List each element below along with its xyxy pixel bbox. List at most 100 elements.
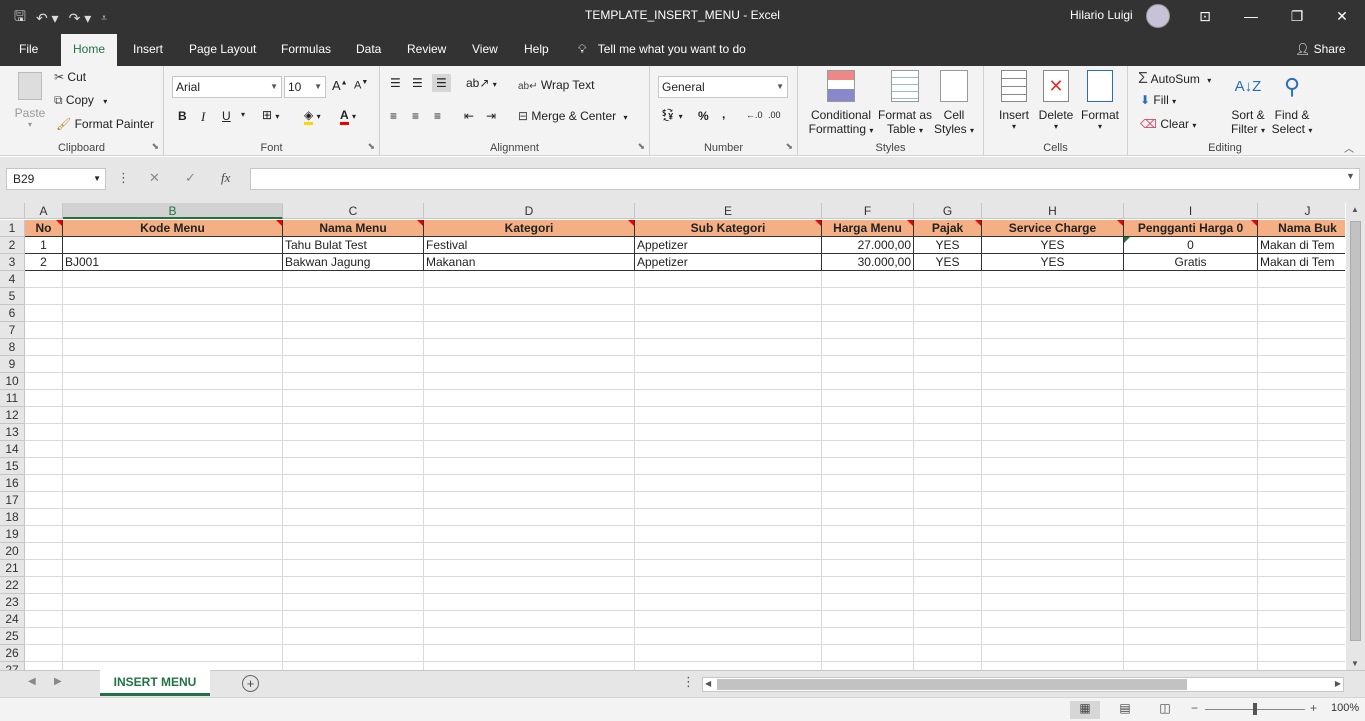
empty-cell[interactable] — [424, 611, 635, 628]
empty-cell[interactable] — [63, 407, 283, 424]
empty-cell[interactable] — [914, 288, 982, 305]
empty-cell[interactable] — [25, 288, 63, 305]
empty-cell[interactable] — [914, 594, 982, 611]
empty-cell[interactable] — [424, 305, 635, 322]
decrease-font-icon[interactable]: A▼ — [354, 79, 368, 92]
empty-cell[interactable] — [914, 475, 982, 492]
insert-function-icon[interactable]: fx — [221, 170, 230, 186]
column-header-f[interactable]: F — [822, 203, 914, 219]
empty-cell[interactable] — [25, 645, 63, 662]
tab-formulas[interactable]: Formulas — [281, 32, 331, 66]
header-cell[interactable]: Harga Menu — [822, 220, 914, 237]
empty-cell[interactable] — [822, 645, 914, 662]
empty-cell[interactable] — [283, 373, 424, 390]
italic-button[interactable]: I — [201, 109, 205, 125]
empty-cell[interactable] — [982, 543, 1124, 560]
row-header-3[interactable]: 3 — [0, 254, 25, 271]
empty-cell[interactable] — [982, 611, 1124, 628]
empty-cell[interactable] — [822, 373, 914, 390]
empty-cell[interactable] — [424, 594, 635, 611]
empty-cell[interactable] — [914, 458, 982, 475]
header-cell[interactable]: Kode Menu — [63, 220, 283, 237]
column-header-a[interactable]: A — [25, 203, 63, 219]
empty-cell[interactable] — [1258, 526, 1345, 543]
empty-cell[interactable] — [283, 288, 424, 305]
underline-dropdown-icon[interactable]: ▾ — [241, 110, 245, 119]
decrease-decimal-icon[interactable]: .00 — [768, 110, 781, 120]
table-cell[interactable]: Tahu Bulat Test — [283, 237, 424, 254]
empty-cell[interactable] — [424, 526, 635, 543]
normal-view-icon[interactable]: ▦ — [1070, 701, 1100, 719]
orientation-icon[interactable]: ab↗ ▾ — [466, 76, 497, 90]
empty-cell[interactable] — [283, 594, 424, 611]
table-cell[interactable]: 30.000,00 — [822, 254, 914, 271]
empty-cell[interactable] — [635, 424, 822, 441]
empty-cell[interactable] — [63, 322, 283, 339]
empty-cell[interactable] — [982, 560, 1124, 577]
empty-cell[interactable] — [424, 458, 635, 475]
empty-cell[interactable] — [635, 475, 822, 492]
fill-color-icon[interactable]: ◈ ▾ — [304, 108, 321, 125]
table-cell[interactable]: 0 — [1124, 237, 1258, 254]
empty-cell[interactable] — [982, 305, 1124, 322]
empty-cell[interactable] — [1124, 458, 1258, 475]
row-header-5[interactable]: 5 — [0, 288, 25, 305]
empty-cell[interactable] — [914, 577, 982, 594]
empty-cell[interactable] — [635, 390, 822, 407]
empty-cell[interactable] — [25, 373, 63, 390]
header-cell[interactable]: Sub Kategori — [635, 220, 822, 237]
empty-cell[interactable] — [25, 271, 63, 288]
empty-cell[interactable] — [63, 645, 283, 662]
fill-button[interactable]: ⬇ Fill ▾ — [1140, 93, 1176, 107]
empty-cell[interactable] — [635, 288, 822, 305]
empty-cell[interactable] — [283, 560, 424, 577]
collapse-ribbon-icon[interactable]: ︿ — [1344, 140, 1354, 155]
empty-cell[interactable] — [822, 356, 914, 373]
wrap-text-button[interactable]: ab↵ Wrap Text — [518, 78, 594, 92]
table-cell[interactable]: 2 — [25, 254, 63, 271]
zoom-level[interactable]: 100% — [1331, 702, 1359, 714]
empty-cell[interactable] — [1124, 407, 1258, 424]
header-cell[interactable]: Service Charge — [982, 220, 1124, 237]
table-cell[interactable]: YES — [914, 254, 982, 271]
align-bottom-icon[interactable]: ☰ — [432, 74, 451, 92]
empty-cell[interactable] — [635, 492, 822, 509]
empty-cell[interactable] — [1258, 356, 1345, 373]
row-header-12[interactable]: 12 — [0, 407, 25, 424]
table-cell[interactable]: Appetizer — [635, 237, 822, 254]
row-header-13[interactable]: 13 — [0, 424, 25, 441]
table-cell[interactable]: Gratis — [1124, 254, 1258, 271]
empty-cell[interactable] — [982, 458, 1124, 475]
empty-cell[interactable] — [283, 441, 424, 458]
table-cell[interactable]: YES — [982, 237, 1124, 254]
empty-cell[interactable] — [914, 424, 982, 441]
empty-cell[interactable] — [982, 628, 1124, 645]
empty-cell[interactable] — [283, 390, 424, 407]
empty-cell[interactable] — [1258, 543, 1345, 560]
empty-cell[interactable] — [1124, 424, 1258, 441]
align-center-icon[interactable]: ≡ — [412, 109, 419, 123]
underline-button[interactable]: U — [222, 109, 231, 123]
empty-cell[interactable] — [1258, 628, 1345, 645]
empty-cell[interactable] — [982, 662, 1124, 670]
empty-cell[interactable] — [25, 339, 63, 356]
empty-cell[interactable] — [982, 356, 1124, 373]
empty-cell[interactable] — [1124, 577, 1258, 594]
empty-cell[interactable] — [25, 628, 63, 645]
empty-cell[interactable] — [1124, 441, 1258, 458]
font-color-icon[interactable]: A ▾ — [340, 108, 356, 125]
row-header-18[interactable]: 18 — [0, 509, 25, 526]
header-cell[interactable]: Pengganti Harga 0 — [1124, 220, 1258, 237]
empty-cell[interactable] — [1258, 645, 1345, 662]
empty-cell[interactable] — [822, 441, 914, 458]
select-all-corner[interactable] — [0, 203, 25, 219]
empty-cell[interactable] — [1124, 509, 1258, 526]
empty-cell[interactable] — [914, 305, 982, 322]
empty-cell[interactable] — [283, 271, 424, 288]
format-painter-button[interactable]: 🖌︎ Format Painter — [56, 117, 154, 131]
empty-cell[interactable] — [982, 492, 1124, 509]
empty-cell[interactable] — [914, 441, 982, 458]
row-header-11[interactable]: 11 — [0, 390, 25, 407]
increase-decimal-icon[interactable]: ←.0 — [746, 110, 763, 120]
empty-cell[interactable] — [914, 339, 982, 356]
